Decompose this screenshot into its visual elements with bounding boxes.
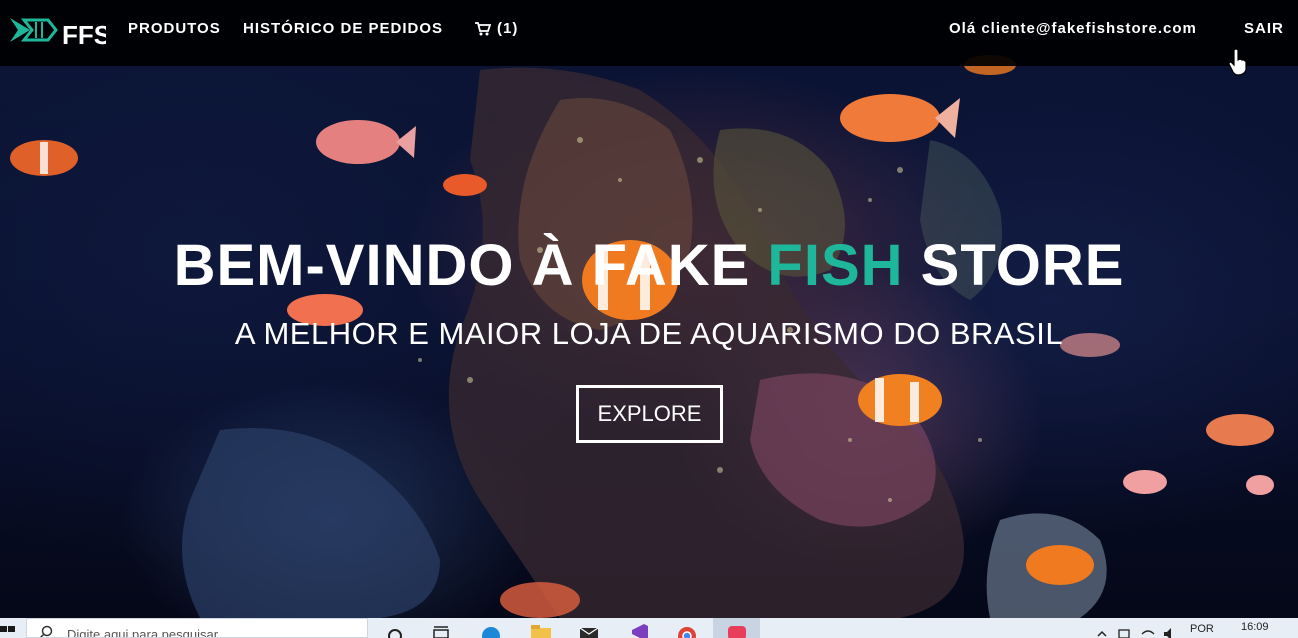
wifi-icon[interactable] [1140, 622, 1156, 638]
chevron-up-icon[interactable] [1096, 622, 1108, 638]
windows-taskbar: Digite aqui para pesquisar POR 16:09 [0, 618, 1298, 638]
taskbar-search-input[interactable]: Digite aqui para pesquisar [26, 618, 368, 638]
edge-browser-icon[interactable] [480, 622, 502, 638]
store-logo[interactable]: FFS [8, 12, 111, 50]
network-icon[interactable] [1116, 622, 1132, 638]
mail-icon[interactable] [578, 622, 600, 638]
task-view-icon[interactable] [430, 622, 452, 638]
nav-orders-link[interactable]: HISTÓRICO DE PEDIDOS [243, 20, 443, 37]
aquarium-background-image [10, 55, 1274, 618]
cortana-icon[interactable] [384, 622, 406, 638]
chrome-icon[interactable] [676, 622, 698, 638]
hero-title-accent: FISH [767, 233, 904, 298]
search-icon [39, 625, 53, 637]
user-greeting: Olá cliente@fakefishstore.com [949, 20, 1197, 37]
nav-cart-link[interactable]: (1) [475, 20, 518, 37]
hero-title: BEM-VINDO À FAKE FISH STORE [173, 233, 1125, 298]
windows-start-icon[interactable] [0, 618, 24, 638]
nav-products-link[interactable]: PRODUTOS [128, 20, 221, 37]
fish-logo-icon: FFS [10, 18, 111, 50]
language-indicator[interactable]: POR [1190, 623, 1214, 635]
clock-time[interactable]: 16:09 [1241, 621, 1269, 633]
app-icon[interactable] [726, 622, 748, 638]
shopping-cart-icon [475, 21, 491, 35]
visual-studio-icon[interactable] [628, 622, 650, 638]
hero-banner: BEM-VINDO À FAKE FISH STORE A MELHOR E M… [0, 0, 1298, 618]
hero-subtitle: A MELHOR E MAIOR LOJA DE AQUARISMO DO BR… [234, 316, 1064, 351]
top-navbar: FFS PRODUTOS HISTÓRICO DE PEDIDOS (1) Ol… [0, 0, 1298, 66]
logout-link[interactable]: SAIR [1244, 20, 1284, 37]
explore-button[interactable]: EXPLORE [576, 385, 723, 443]
search-placeholder: Digite aqui para pesquisar [67, 627, 219, 638]
file-explorer-icon[interactable] [530, 622, 552, 638]
logo-text: FFS [62, 20, 106, 48]
volume-icon[interactable] [1162, 622, 1178, 638]
cart-count: (1) [497, 20, 519, 37]
hand-pointer-icon [1228, 48, 1247, 76]
